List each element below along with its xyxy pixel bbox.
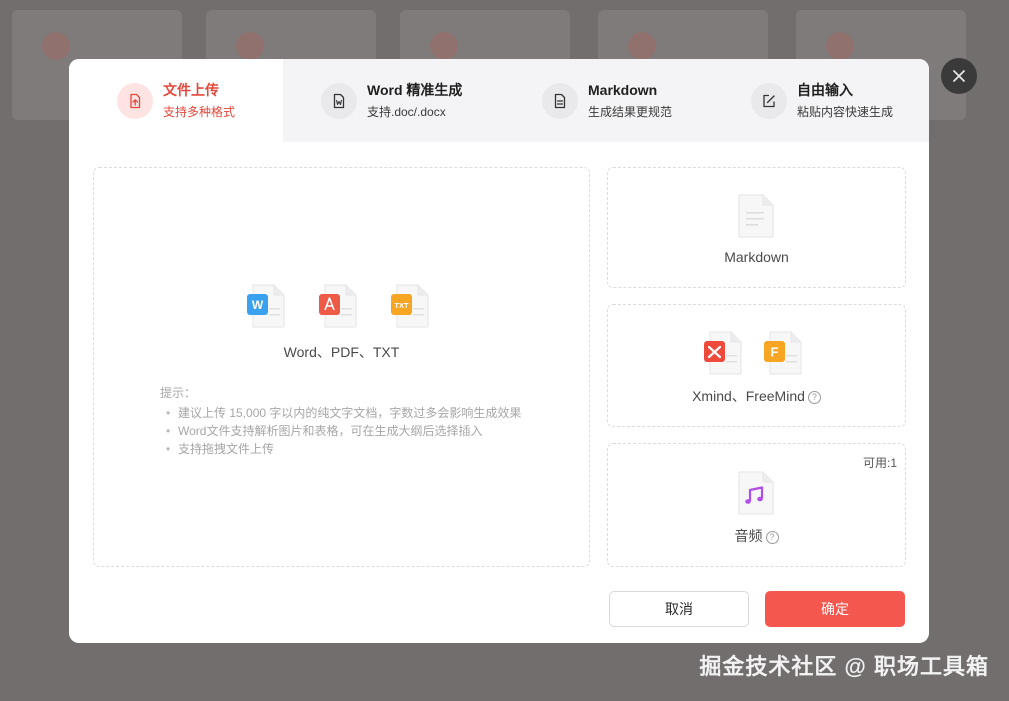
pdf-file-icon [319,284,357,328]
option-label: Xmind、FreeMind [692,388,805,404]
tab-subtitle: 支持多种格式 [163,105,236,119]
cancel-button[interactable]: 取消 [609,591,749,627]
tab-subtitle: 生成结果更规范 [588,105,673,119]
tab-subtitle: 支持.doc/.docx [367,105,446,119]
tab-title: Markdown [588,82,658,98]
tab-free-input[interactable]: 自由输入 粘贴内容快速生成 [751,59,921,142]
tips-title: 提示： [160,386,197,400]
option-audio[interactable]: 可用:1 音频? [607,443,906,567]
tab-title: 文件上传 [163,82,219,98]
word-file-icon: W [247,284,285,328]
txt-file-icon: TXT [391,284,429,328]
available-count: 可用:1 [862,456,897,470]
option-label: 音频 [734,528,763,544]
word-doc-icon [321,82,357,119]
close-icon [953,70,965,82]
help-icon[interactable]: ? [765,531,779,544]
watermark: 掘金技术社区 @ 职场工具箱 [699,654,989,679]
xmind-file-icon [704,331,742,375]
tip-item: 支持拖拽文件上传 [166,440,521,458]
tip-item: Word文件支持解析图片和表格，可在生成大纲后选择插入 [166,422,521,440]
option-markdown[interactable]: Markdown [607,167,906,288]
supported-formats-label: Word、PDF、TXT [283,344,400,360]
close-button[interactable] [941,58,977,94]
freemind-file-icon: F [764,331,802,375]
option-mindmap[interactable]: F Xmind、FreeMind? [607,304,906,427]
confirm-button[interactable]: 确定 [765,591,905,627]
tab-subtitle: 粘贴内容快速生成 [797,105,894,119]
audio-file-icon [738,471,774,515]
option-label: Markdown [724,249,789,265]
tab-title: 自由输入 [797,82,853,98]
tab-file-upload[interactable]: 文件上传 支持多种格式 [69,59,283,142]
document-lines-icon [542,82,578,119]
option-label-row: 音频? [608,526,905,546]
upload-file-icon [117,82,153,119]
import-modal: 文件上传 支持多种格式 Word 精准生成 支持.doc/.docx Markd… [69,59,929,643]
svg-text:F: F [771,345,779,360]
upload-dropzone[interactable]: W TXT Word、PDF、TXT 提示： 建议上传 15,000 字以内的纯… [93,167,590,567]
option-label-row: Xmind、FreeMind? [608,386,905,406]
upload-tips: 提示： 建议上传 15,000 字以内的纯文字文档，字数过多会影响生成效果 Wo… [160,384,521,458]
tab-markdown[interactable]: Markdown 生成结果更规范 [542,59,722,142]
markdown-file-icon [738,194,774,238]
tab-title: Word 精准生成 [367,82,463,98]
tab-bar: 文件上传 支持多种格式 Word 精准生成 支持.doc/.docx Markd… [69,59,929,142]
tab-word[interactable]: Word 精准生成 支持.doc/.docx [321,59,521,142]
tip-item: 建议上传 15,000 字以内的纯文字文档，字数过多会影响生成效果 [166,404,521,422]
svg-text:W: W [252,298,264,312]
edit-icon [751,82,787,119]
svg-text:TXT: TXT [394,301,409,310]
help-icon[interactable]: ? [807,391,821,404]
